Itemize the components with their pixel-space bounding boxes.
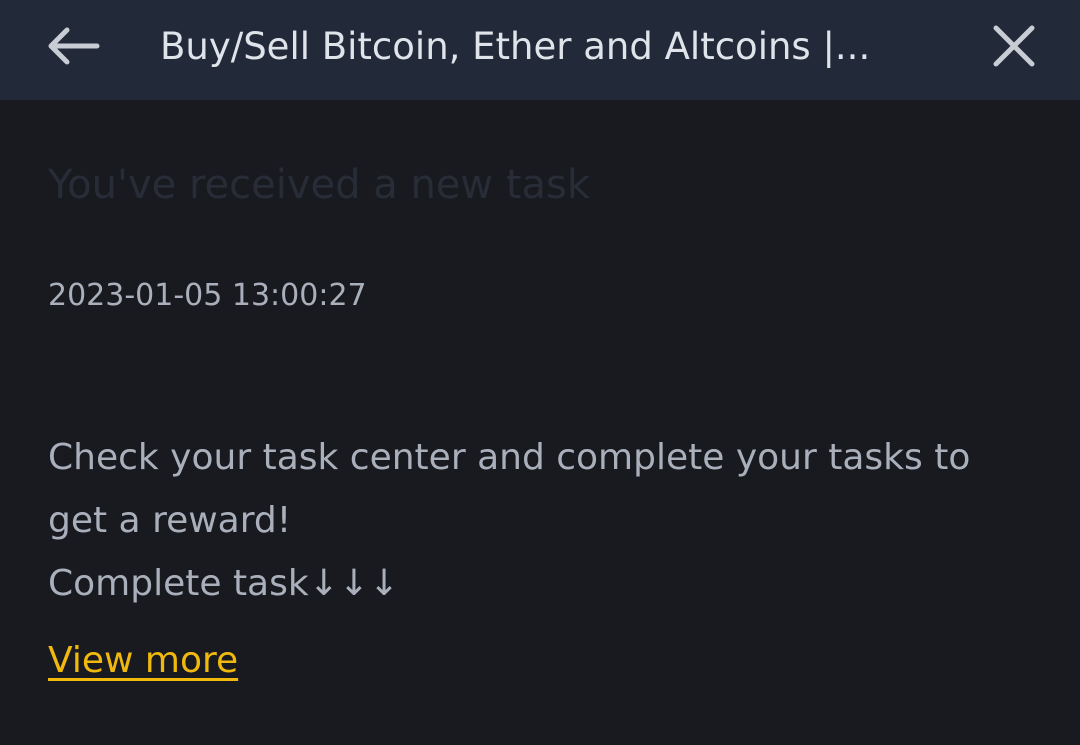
close-button[interactable] xyxy=(982,16,1046,76)
arrow-left-icon xyxy=(48,27,100,65)
close-icon xyxy=(993,25,1035,67)
message-detail-screen: Buy/Sell Bitcoin, Ether and Altcoins |..… xyxy=(0,0,1080,745)
top-bar: Buy/Sell Bitcoin, Ether and Altcoins |..… xyxy=(0,0,1080,100)
message-timestamp: 2023-01-05 13:00:27 xyxy=(48,278,367,313)
message-title: You've received a new task xyxy=(48,162,591,208)
view-more-link[interactable]: View more xyxy=(48,640,238,681)
message-body-line: Complete task↓↓↓ xyxy=(48,563,400,604)
page-title: Buy/Sell Bitcoin, Ether and Altcoins |..… xyxy=(160,25,871,68)
back-button[interactable] xyxy=(36,18,108,74)
message-body: Check your task center and complete your… xyxy=(48,426,1018,615)
message-body-line: Check your task center and complete your… xyxy=(48,437,971,541)
